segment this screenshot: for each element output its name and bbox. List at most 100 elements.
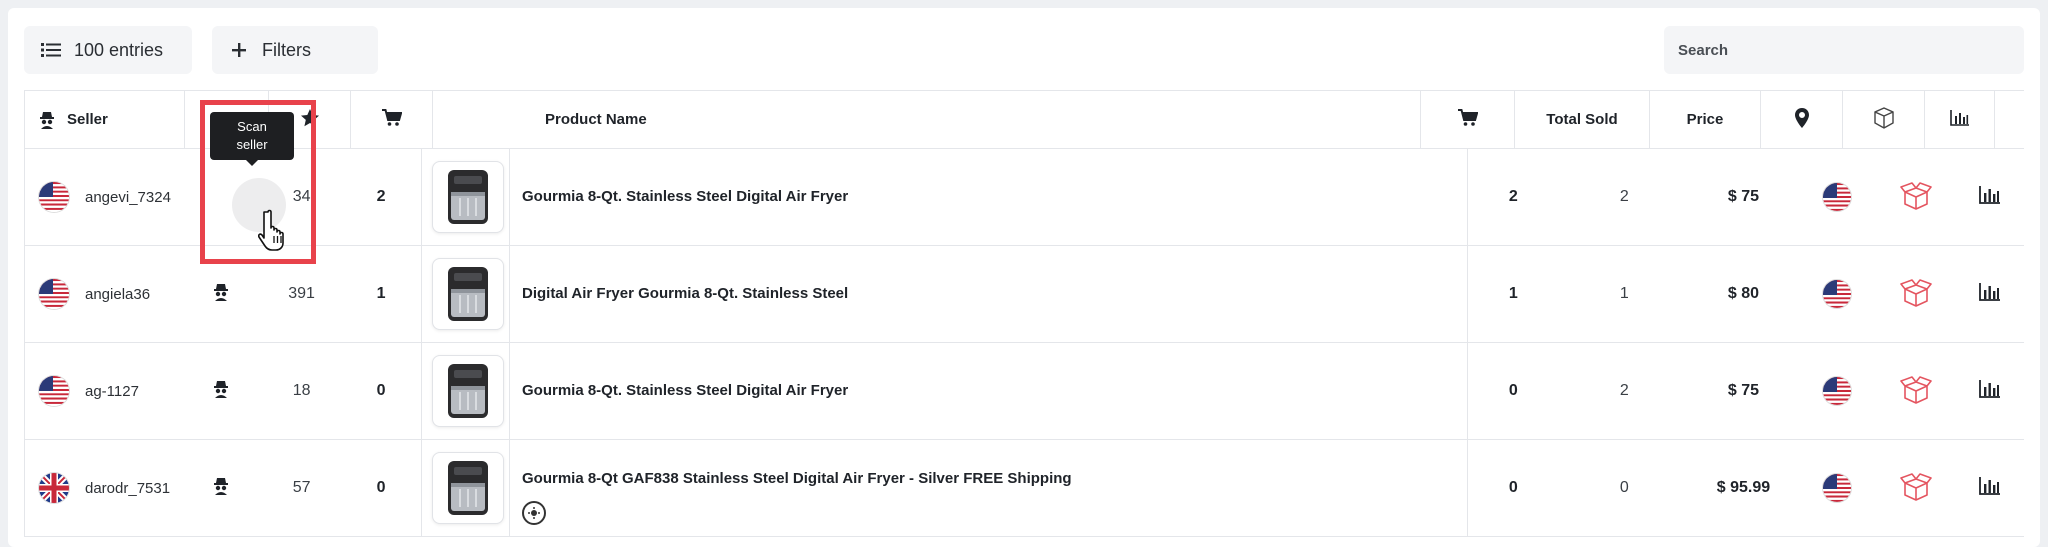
total-sold-cell: 0 <box>1559 440 1690 536</box>
bar-chart-icon[interactable] <box>1979 282 2001 306</box>
price-value: $ 75 <box>1727 188 1760 205</box>
cart-cell: 2 <box>341 149 420 245</box>
results-panel: 100 entries Filters Seller <box>8 8 2040 547</box>
column-shipping[interactable] <box>1843 91 1925 148</box>
product-name[interactable]: Gourmia 8-Qt. Stainless Steel Digital Ai… <box>522 381 848 401</box>
product-name-cell: Gourmia 8-Qt. Stainless Steel Digital Ai… <box>418 343 1468 439</box>
price-value: $ 75 <box>1727 382 1760 399</box>
column-cart[interactable] <box>351 91 433 148</box>
search-input[interactable] <box>1664 26 2024 74</box>
price-value: $ 95.99 <box>1716 479 1771 496</box>
stats-cell <box>1956 246 2024 342</box>
column-total-sold-label: Total Sold <box>1546 111 1618 128</box>
cart-cell: 0 <box>341 343 420 439</box>
scan-seller-icon[interactable] <box>213 283 229 306</box>
seller-flag-icon <box>39 182 69 212</box>
hand-cursor-icon <box>257 208 294 257</box>
rating-cell: 57 <box>262 440 341 536</box>
price-value: $ 80 <box>1727 285 1760 302</box>
column-location[interactable] <box>1761 91 1843 148</box>
product-name[interactable]: Gourmia 8-Qt. Stainless Steel Digital Ai… <box>522 187 848 207</box>
scan-seller-cell <box>180 440 261 536</box>
bar-chart-icon[interactable] <box>1979 476 2001 500</box>
location-cell <box>1797 149 1876 245</box>
cart-value-2: 2 <box>1508 188 1518 205</box>
open-box-icon[interactable] <box>1899 374 1933 409</box>
cart-value-2: 0 <box>1508 479 1518 496</box>
total-sold-value: 2 <box>1619 188 1629 205</box>
location-pin-icon <box>1794 107 1809 132</box>
location-cell <box>1797 440 1876 536</box>
column-product-name[interactable]: Product Name <box>433 91 1421 148</box>
cart-value: 0 <box>376 382 386 399</box>
rating-cell: 18 <box>262 343 341 439</box>
bar-chart-icon <box>1949 109 1970 130</box>
table-row[interactable]: angiela36 391 1 Digital Air Fryer Gourmi… <box>25 246 2024 343</box>
cart-value: 0 <box>376 479 386 496</box>
table-header: Seller Product Name Total Sold Price <box>25 91 2024 149</box>
shipping-cell <box>1877 149 1956 245</box>
open-box-icon[interactable] <box>1899 180 1933 215</box>
seller-name[interactable]: angevi_7324 <box>85 189 171 206</box>
product-name-cell: Gourmia 8-Qt GAF838 Stainless Steel Digi… <box>418 440 1468 536</box>
location-flag-icon <box>1822 474 1851 502</box>
product-name-cell: Gourmia 8-Qt. Stainless Steel Digital Ai… <box>418 149 1468 245</box>
seller-cell: ag-1127 <box>25 343 180 439</box>
seller-cell: angevi_7324 <box>25 149 180 245</box>
location-flag-icon <box>1822 183 1851 211</box>
total-sold-value: 1 <box>1619 285 1629 302</box>
total-sold-value: 2 <box>1619 382 1629 399</box>
bar-chart-icon[interactable] <box>1979 379 2001 403</box>
shipping-cell <box>1877 343 1956 439</box>
bar-chart-icon[interactable] <box>1979 185 2001 209</box>
location-cell <box>1797 343 1876 439</box>
plus-icon <box>228 39 250 61</box>
seller-name[interactable]: angiela36 <box>85 286 150 303</box>
seller-name[interactable]: ag-1127 <box>85 383 139 400</box>
table-row[interactable]: darodr_7531 57 0 Gourmia 8-Qt GAF838 Sta… <box>25 440 2024 537</box>
price-cell: $ 75 <box>1690 343 1798 439</box>
table-row[interactable]: ag-1127 18 0 Gourmia 8-Qt. Stainless Ste… <box>25 343 2024 440</box>
total-sold-cell: 1 <box>1559 246 1690 342</box>
location-flag-icon <box>1822 377 1851 405</box>
column-product-name-label: Product Name <box>545 111 647 128</box>
filters-button[interactable]: Filters <box>212 26 378 74</box>
column-cart-2[interactable] <box>1421 91 1515 148</box>
box-icon <box>1873 106 1895 133</box>
open-box-icon[interactable] <box>1899 471 1933 506</box>
seller-name[interactable]: darodr_7531 <box>85 480 170 497</box>
entries-button[interactable]: 100 entries <box>24 26 192 74</box>
table-row[interactable]: angevi_7324 34 2 Gourmia 8-Qt. Stainless… <box>25 149 2024 246</box>
column-seller[interactable]: Seller <box>25 91 185 148</box>
shipping-cell <box>1877 440 1956 536</box>
seller-cell: angiela36 <box>25 246 180 342</box>
product-name-cell: Digital Air Fryer Gourmia 8-Qt. Stainles… <box>418 246 1468 342</box>
cart-cell-2: 0 <box>1468 343 1559 439</box>
seller-cell: darodr_7531 <box>25 440 180 536</box>
sellers-table: Seller Product Name Total Sold Price ang… <box>24 90 2024 537</box>
open-box-icon[interactable] <box>1899 277 1933 312</box>
stats-cell <box>1956 440 2024 536</box>
product-name[interactable]: Gourmia 8-Qt GAF838 Stainless Steel Digi… <box>522 469 1072 489</box>
filters-label: Filters <box>262 39 311 60</box>
column-stats[interactable] <box>1925 91 1995 148</box>
cart-icon <box>1457 108 1478 131</box>
column-price[interactable]: Price <box>1650 91 1761 148</box>
scan-seller-icon[interactable] <box>213 477 229 500</box>
total-sold-cell: 2 <box>1559 149 1690 245</box>
rating-value: 18 <box>292 382 311 399</box>
seller-flag-icon <box>39 279 69 309</box>
scan-seller-icon[interactable] <box>213 380 229 403</box>
total-sold-value: 0 <box>1619 479 1629 496</box>
tooltip-line-2: seller <box>236 137 268 152</box>
cart-value-2: 0 <box>1508 382 1518 399</box>
product-name[interactable]: Digital Air Fryer Gourmia 8-Qt. Stainles… <box>522 284 848 304</box>
toolbar: 100 entries Filters <box>24 26 2024 76</box>
scan-seller-cell <box>180 343 261 439</box>
column-total-sold[interactable]: Total Sold <box>1515 91 1650 148</box>
price-cell: $ 75 <box>1690 149 1798 245</box>
cart-value: 1 <box>376 285 386 302</box>
column-seller-label: Seller <box>67 111 108 128</box>
rating-value: 57 <box>292 479 311 496</box>
cart-cell-2: 0 <box>1468 440 1559 536</box>
